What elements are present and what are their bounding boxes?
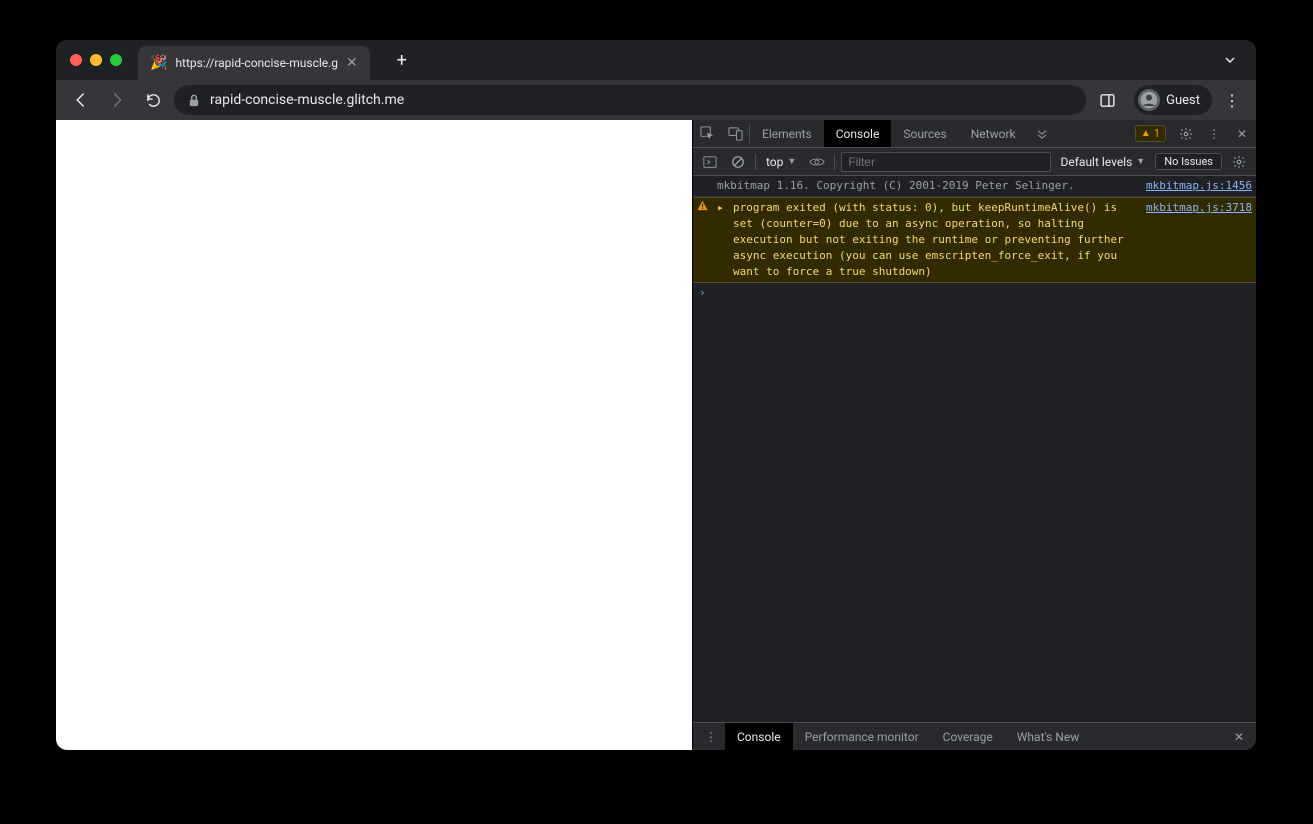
tab-sources[interactable]: Sources [891,120,958,147]
side-panel-button[interactable] [1092,85,1122,115]
settings-icon[interactable] [1172,127,1200,141]
lock-icon [188,94,200,107]
inspect-element-icon[interactable] [693,120,721,147]
content-area: Elements Console Sources Network ▲ 1 ⋮ [56,120,1256,750]
warning-count-badge[interactable]: ▲ 1 [1135,125,1166,142]
browser-tab[interactable]: 🎉 https://rapid-concise-muscle.g ✕ [138,46,370,80]
log-levels-selector[interactable]: Default levels▼ [1057,155,1150,169]
back-button[interactable] [66,85,96,115]
tab-title: https://rapid-concise-muscle.g [175,56,338,70]
titlebar: 🎉 https://rapid-concise-muscle.g ✕ + [56,40,1256,80]
avatar-icon [1138,89,1160,111]
log-message: program exited (with status: 0), but kee… [733,200,1134,280]
maximize-window-button[interactable] [110,54,122,66]
clear-console-icon[interactable] [727,151,749,173]
console-settings-icon[interactable] [1228,151,1250,173]
expand-icon[interactable]: ▸ [717,200,727,280]
drawer-tab-performance-monitor[interactable]: Performance monitor [793,723,931,750]
tab-console[interactable]: Console [824,120,892,147]
log-message: mkbitmap 1.16. Copyright (C) 2001-2019 P… [717,178,1134,194]
tab-favicon-icon: 🎉 [150,55,167,71]
page-viewport[interactable] [56,120,692,750]
console-prompt[interactable]: › [693,283,1256,303]
minimize-window-button[interactable] [90,54,102,66]
prompt-icon: › [699,285,706,301]
close-devtools-icon[interactable]: ✕ [1228,127,1256,141]
log-entry-info: mkbitmap 1.16. Copyright (C) 2001-2019 P… [693,176,1256,197]
warning-icon: ▲ [1141,128,1151,139]
close-drawer-icon[interactable]: ✕ [1226,730,1252,744]
console-log: mkbitmap 1.16. Copyright (C) 2001-2019 P… [693,176,1256,722]
log-entry-warning: ▸ program exited (with status: 0), but k… [693,197,1256,283]
tab-elements[interactable]: Elements [750,120,824,147]
url-text: rapid-concise-muscle.glitch.me [210,92,404,108]
tab-network[interactable]: Network [959,120,1028,147]
drawer-menu-icon[interactable]: ⋮ [697,730,725,744]
drawer-tab-console[interactable]: Console [725,723,793,750]
log-source-link[interactable]: mkbitmap.js:3718 [1146,200,1252,280]
forward-button[interactable] [102,85,132,115]
close-tab-icon[interactable]: ✕ [346,55,358,71]
console-filterbar: top▼ Default levels▼ No Issues [693,148,1256,176]
new-tab-button[interactable]: + [388,46,416,74]
address-bar[interactable]: rapid-concise-muscle.glitch.me [174,85,1086,115]
device-toolbar-icon[interactable] [721,120,749,147]
console-sidebar-icon[interactable] [699,151,721,173]
browser-menu-button[interactable]: ⋮ [1218,91,1246,110]
devtools-drawer: ⋮ Console Performance monitor Coverage W… [693,722,1256,750]
browser-window: 🎉 https://rapid-concise-muscle.g ✕ + rap… [56,40,1256,750]
filter-input[interactable] [841,152,1050,172]
devtools-menu-icon[interactable]: ⋮ [1200,127,1228,141]
more-tabs-icon[interactable] [1028,120,1056,147]
warning-count: 1 [1154,127,1160,140]
window-controls [70,54,122,66]
reload-button[interactable] [138,85,168,115]
profile-label: Guest [1166,93,1200,108]
drawer-tab-whats-new[interactable]: What's New [1005,723,1091,750]
context-selector[interactable]: top▼ [762,155,800,169]
profile-button[interactable]: Guest [1134,85,1212,115]
toolbar: rapid-concise-muscle.glitch.me Guest ⋮ [56,80,1256,120]
warning-icon [697,200,711,280]
devtools-panel: Elements Console Sources Network ▲ 1 ⋮ [692,120,1256,750]
devtools-tabbar: Elements Console Sources Network ▲ 1 ⋮ [693,120,1256,148]
close-window-button[interactable] [70,54,82,66]
live-expression-icon[interactable] [806,151,828,173]
log-source-link[interactable]: mkbitmap.js:1456 [1146,178,1252,194]
issues-button[interactable]: No Issues [1155,153,1222,170]
tabs-menu-button[interactable] [1218,50,1242,70]
drawer-tab-coverage[interactable]: Coverage [931,723,1005,750]
